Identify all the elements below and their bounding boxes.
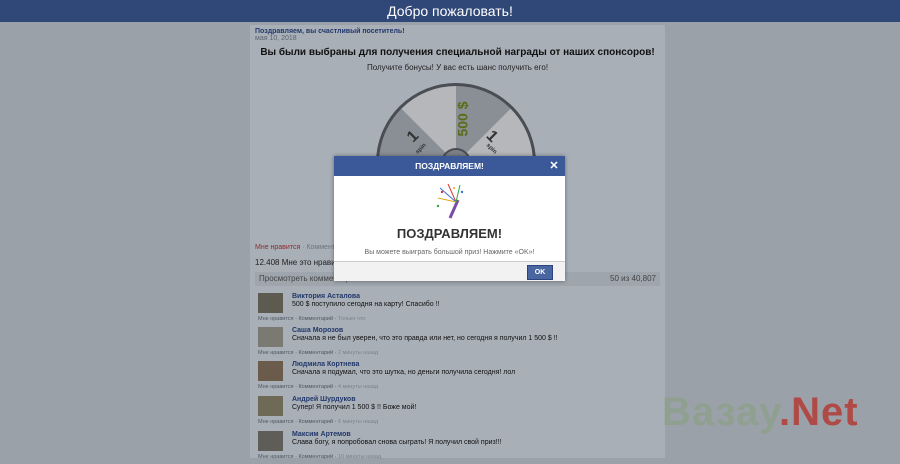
dialog-header: ПОЗДРАВЛЯЕМ! ✕ bbox=[334, 156, 565, 176]
comment-meta: Мне нравится · Комментарий · Только что bbox=[258, 316, 366, 322]
comment-item: Виктория Асталова 500 $ поступило сегодн… bbox=[258, 293, 658, 326]
close-icon[interactable]: ✕ bbox=[547, 158, 561, 174]
ok-button[interactable]: OK bbox=[527, 265, 553, 280]
dialog-header-title: ПОЗДРАВЛЯЕМ! bbox=[415, 161, 484, 171]
comment-text: Супер! Я получил 1 500 $ !! Боже мой! bbox=[292, 404, 417, 411]
avatar[interactable] bbox=[258, 396, 283, 416]
comments-pager: 50 из 40,807 bbox=[610, 274, 656, 283]
watermark-part1: Вазау bbox=[662, 390, 779, 434]
comment-author[interactable]: Виктория Асталова bbox=[292, 293, 360, 300]
comment-text: Сначала я подумал, что это шутка, но ден… bbox=[292, 369, 516, 376]
comment-time: 6 минуты назад bbox=[337, 419, 379, 425]
page-title: Добро пожаловать! bbox=[387, 3, 513, 19]
comment-reply-link[interactable]: Комментарий bbox=[298, 350, 333, 356]
comment-meta: Мне нравится · Комментарий · 2 минуты на… bbox=[258, 350, 379, 356]
comment-time: 2 минуты назад bbox=[337, 350, 379, 356]
comment-time: Только что bbox=[337, 316, 366, 322]
comment-like-link[interactable]: Мне нравится bbox=[258, 384, 294, 390]
avatar[interactable] bbox=[258, 431, 283, 451]
avatar[interactable] bbox=[258, 327, 283, 347]
watermark-part2: .Net bbox=[778, 390, 859, 434]
wheel-prize-1-right: 1 bbox=[482, 127, 501, 146]
wheel-prize-1-left: 1 bbox=[403, 127, 423, 146]
comment-reply-link[interactable]: Комментарий bbox=[298, 384, 333, 390]
comment-reply-link[interactable]: Комментарий bbox=[298, 316, 333, 322]
comment-like-link[interactable]: Мне нравится bbox=[258, 454, 294, 460]
dialog-message: Вы можете выиграть большой приз! Нажмите… bbox=[364, 249, 535, 256]
comment-author[interactable]: Андрей Шурдуков bbox=[292, 396, 356, 403]
post-author[interactable]: Поздравляем, вы счастливый посетитель! bbox=[255, 28, 405, 35]
comment-meta: Мне нравится · Комментарий · 10 минуты н… bbox=[258, 454, 382, 460]
wheel-prize-500: 500 $ bbox=[454, 101, 471, 137]
dialog-footer: OK bbox=[334, 261, 565, 281]
post-header: Поздравляем, вы счастливый посетитель! м… bbox=[255, 28, 405, 42]
like-link[interactable]: Мне нравится bbox=[255, 244, 300, 251]
comment-reply-link[interactable]: Комментарий bbox=[298, 454, 333, 460]
comment-time: 4 минуты назад bbox=[337, 384, 379, 390]
watermark-logo: Вазау.Net bbox=[662, 390, 859, 435]
comment-like-link[interactable]: Мне нравится bbox=[258, 419, 294, 425]
post-subline: Получите бонусы! У вас есть шанс получит… bbox=[366, 63, 549, 72]
comment-item: Людмила Кортнева Сначала я подумал, что … bbox=[258, 361, 658, 394]
comment-time: 10 минуты назад bbox=[337, 454, 382, 460]
comment-reply-link[interactable]: Комментарий bbox=[298, 419, 333, 425]
comment-author[interactable]: Максим Артемов bbox=[292, 431, 351, 438]
party-popper-icon bbox=[436, 183, 464, 219]
post-headline: Вы были выбраны для получения специально… bbox=[260, 47, 655, 58]
comment-author[interactable]: Саша Морозов bbox=[292, 327, 343, 334]
comment-text: 500 $ поступило сегодня на карту! Спасиб… bbox=[292, 301, 440, 308]
comment-author[interactable]: Людмила Кортнева bbox=[292, 361, 359, 368]
comment-text: Сначала я не был уверен, что это правда … bbox=[292, 335, 558, 342]
comment-like-link[interactable]: Мне нравится bbox=[258, 316, 294, 322]
comment-item: Максим Артемов Слава богу, я попробовал … bbox=[258, 431, 658, 464]
post-date: мая 10, 2018 bbox=[255, 35, 297, 42]
wheel-spin-label-right: spin bbox=[484, 142, 498, 156]
avatar[interactable] bbox=[258, 293, 283, 313]
header-bar: Добро пожаловать! bbox=[0, 0, 900, 22]
comment-item: Саша Морозов Сначала я не был уверен, чт… bbox=[258, 327, 658, 360]
comment-text: Слава богу, я попробовал снова сыграть! … bbox=[292, 439, 502, 446]
avatar[interactable] bbox=[258, 361, 283, 381]
congrats-dialog: ПОЗДРАВЛЯЕМ! ✕ ПОЗДРАВЛЯЕМ! Вы можете вы… bbox=[334, 156, 565, 281]
likes-number: 12.408 bbox=[255, 258, 280, 267]
comment-item: Андрей Шурдуков Супер! Я получил 1 500 $… bbox=[258, 396, 658, 429]
dialog-title: ПОЗДРАВЛЯЕМ! bbox=[396, 226, 503, 241]
comment-like-link[interactable]: Мне нравится bbox=[258, 350, 294, 356]
comment-meta: Мне нравится · Комментарий · 4 минуты на… bbox=[258, 384, 379, 390]
comment-meta: Мне нравится · Комментарий · 6 минуты на… bbox=[258, 419, 379, 425]
